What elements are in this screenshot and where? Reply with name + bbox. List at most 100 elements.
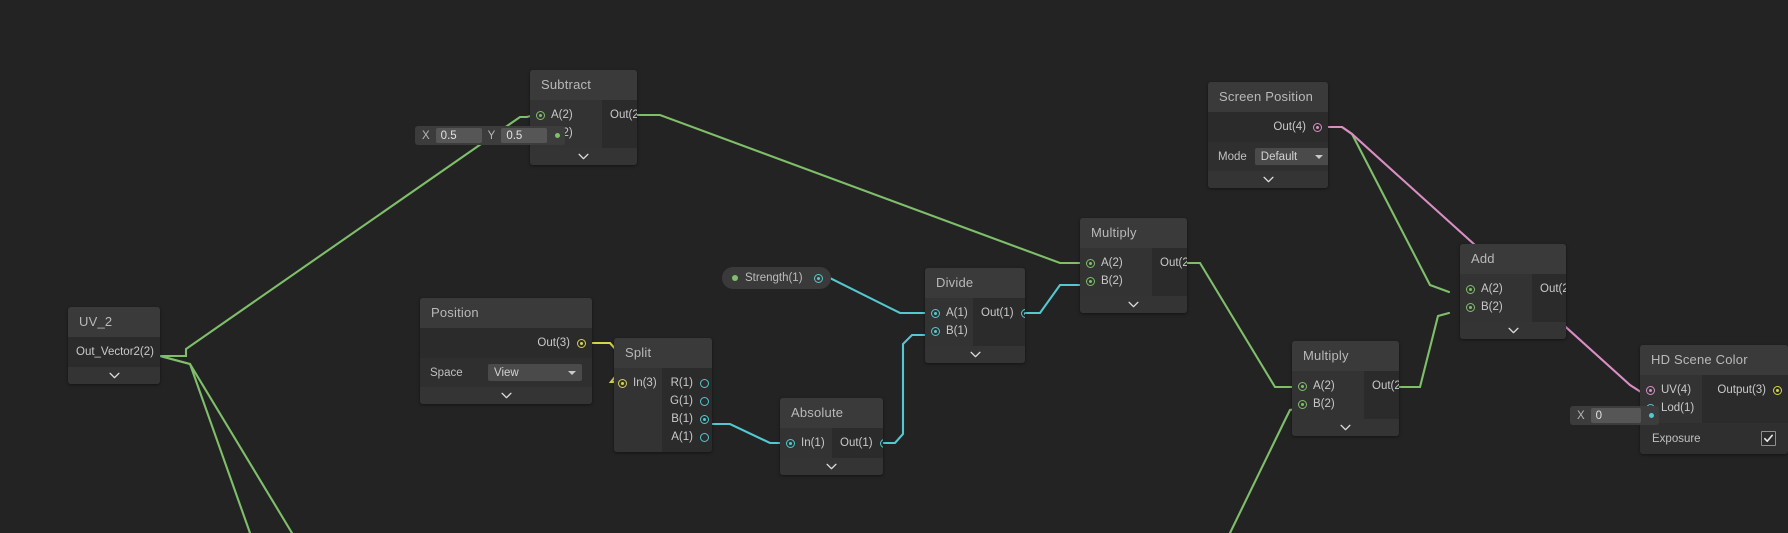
field-value-y[interactable]: 0.5 [501, 128, 548, 143]
space-dropdown[interactable]: View [488, 364, 582, 381]
field-label-x: X [422, 129, 430, 142]
port-row-output[interactable]: Out(1) [973, 304, 1025, 322]
port-slot-in[interactable] [931, 308, 940, 318]
node-title: HD Scene Color [1640, 345, 1788, 375]
port-row-input-in[interactable]: In(3) [614, 374, 665, 392]
port-slot-out[interactable] [700, 432, 709, 442]
node-absolute[interactable]: Absolute In(1) Out(1) [780, 398, 883, 475]
port-slot-in[interactable] [618, 378, 627, 388]
port-slot-in[interactable] [931, 326, 940, 336]
port-label: Out(2) [1160, 257, 1187, 269]
field-value-x[interactable]: 0.5 [435, 128, 482, 143]
port-slot-out[interactable] [1313, 122, 1322, 132]
port-label: B(2) [1313, 398, 1335, 410]
port-row-input-b[interactable]: B(2) [1080, 272, 1152, 290]
graph-canvas[interactable]: UV_2 Out_Vector2(2) Subtract A(2) Out(2 … [0, 0, 1788, 533]
port-slot-in[interactable] [1466, 302, 1475, 312]
port-slot-in[interactable] [1086, 258, 1095, 268]
node-screen-position[interactable]: Screen Position Out(4) Mode Default [1208, 82, 1328, 188]
node-multiply-2[interactable]: Multiply A(2) B(2) Out(2) [1292, 341, 1399, 436]
node-collapse-footer[interactable] [68, 367, 160, 384]
port-slot-out[interactable] [1020, 308, 1025, 318]
port-row-output[interactable]: Out(2) [1152, 254, 1187, 272]
node-uv2[interactable]: UV_2 Out_Vector2(2) [68, 307, 160, 384]
port-row-output-g[interactable]: G(1) [662, 392, 712, 410]
port-label: Out(2) [610, 109, 637, 121]
port-row-input-b[interactable]: B(2) [1292, 395, 1364, 413]
port-slot-in[interactable] [1646, 385, 1655, 395]
wire-uv2-down-2 [158, 354, 252, 533]
node-subtract[interactable]: Subtract A(2) B(2) Out(2) [530, 70, 637, 165]
port-label: B(2) [1481, 301, 1503, 313]
node-collapse-footer[interactable] [1208, 171, 1328, 188]
wire-screenposition-to-add-a [1323, 125, 1451, 294]
port-row-output[interactable]: Out(2) [1532, 280, 1566, 298]
port-row-output[interactable]: Out(4) [1208, 118, 1328, 136]
node-hd-scene-color[interactable]: HD Scene Color UV(4) Lod(1) Output(3) Ex… [1640, 345, 1788, 454]
chevron-down-icon [1340, 424, 1351, 431]
node-divide[interactable]: Divide A(1) B(1) Out(1) [925, 268, 1025, 363]
property-node-strength[interactable]: Strength(1) [722, 267, 831, 289]
port-row-output-a[interactable]: A(1) [662, 428, 712, 446]
node-collapse-footer[interactable] [420, 387, 592, 404]
port-row-input-in[interactable]: In(1) [780, 434, 832, 452]
port-row-output[interactable]: Out(3) [420, 334, 592, 352]
port-row-input-a[interactable]: A(2) [530, 106, 602, 124]
widget-port-dot[interactable] [555, 133, 561, 138]
port-row-input-uv[interactable]: UV(4) [1640, 381, 1702, 399]
port-label: G(1) [670, 395, 693, 407]
port-slot-out[interactable] [700, 414, 709, 424]
port-row-output[interactable]: Out(2) [602, 106, 637, 124]
port-label: B(1) [671, 413, 693, 425]
port-slot-out[interactable] [813, 273, 823, 283]
port-row-input-a[interactable]: A(2) [1080, 254, 1152, 272]
vector2-input-subtract-b[interactable]: X 0.5 Y 0.5 [415, 126, 566, 145]
chevron-down-icon [1314, 154, 1323, 159]
port-slot-out[interactable] [1773, 385, 1782, 395]
wire-multiply2-to-add-b [1391, 311, 1451, 389]
wire-subtract-to-multiply1-a [625, 113, 1082, 265]
node-multiply-1[interactable]: Multiply A(2) B(2) Out(2) [1080, 218, 1187, 313]
setting-row-exposure[interactable]: Exposure [1640, 423, 1788, 454]
port-row-output-b[interactable]: B(1) [662, 410, 712, 428]
node-collapse-footer[interactable] [925, 346, 1025, 363]
chevron-down-icon [108, 372, 120, 379]
port-row-input-a[interactable]: A(2) [1292, 377, 1364, 395]
port-slot-in[interactable] [1298, 381, 1307, 391]
port-row-output[interactable]: Out(1) [832, 434, 883, 452]
exposure-checkbox[interactable] [1761, 431, 1776, 446]
wire-absolute-to-divide-b [877, 333, 930, 445]
setting-row-mode[interactable]: Mode Default [1208, 142, 1328, 171]
node-collapse-footer[interactable] [1460, 322, 1566, 339]
port-slot-out[interactable] [700, 396, 709, 406]
port-slot-in[interactable] [1086, 276, 1095, 286]
port-row-input-b[interactable]: B(1) [925, 322, 973, 340]
port-row-input-a[interactable]: A(1) [925, 304, 973, 322]
port-slot-in[interactable] [536, 110, 545, 120]
node-collapse-footer[interactable] [530, 148, 637, 165]
port-row-output[interactable]: Out_Vector2(2) [68, 343, 160, 361]
chevron-down-icon [1507, 327, 1519, 334]
node-collapse-footer[interactable] [1080, 296, 1187, 313]
port-row-output[interactable]: Out(2) [1364, 377, 1399, 395]
node-collapse-footer[interactable] [780, 458, 883, 475]
field-value-x[interactable]: 0 [1590, 408, 1641, 423]
node-position[interactable]: Position Out(3) Space View [420, 298, 592, 404]
node-add[interactable]: Add A(2) B(2) Out(2) [1460, 244, 1566, 339]
widget-port-dot[interactable] [1648, 413, 1654, 418]
port-slot-in[interactable] [1466, 284, 1475, 294]
port-slot-out[interactable] [879, 438, 883, 448]
node-collapse-footer[interactable] [1292, 419, 1399, 436]
port-slot-in[interactable] [786, 438, 795, 448]
node-split[interactable]: Split In(3) R(1) G(1) B(1) A(1) [614, 338, 712, 452]
mode-dropdown[interactable]: Default [1254, 148, 1328, 165]
port-row-output-r[interactable]: R(1) [662, 374, 712, 392]
port-slot-out[interactable] [700, 378, 709, 388]
port-row-input-a[interactable]: A(2) [1460, 280, 1532, 298]
port-row-input-b[interactable]: B(2) [1460, 298, 1532, 316]
port-slot-out[interactable] [577, 338, 586, 348]
setting-row-space[interactable]: Space View [420, 358, 592, 387]
port-row-output[interactable]: Output(3) [1702, 381, 1788, 399]
float-input-hdscene-lod[interactable]: X 0 [1570, 406, 1659, 425]
port-slot-in[interactable] [1298, 399, 1307, 409]
